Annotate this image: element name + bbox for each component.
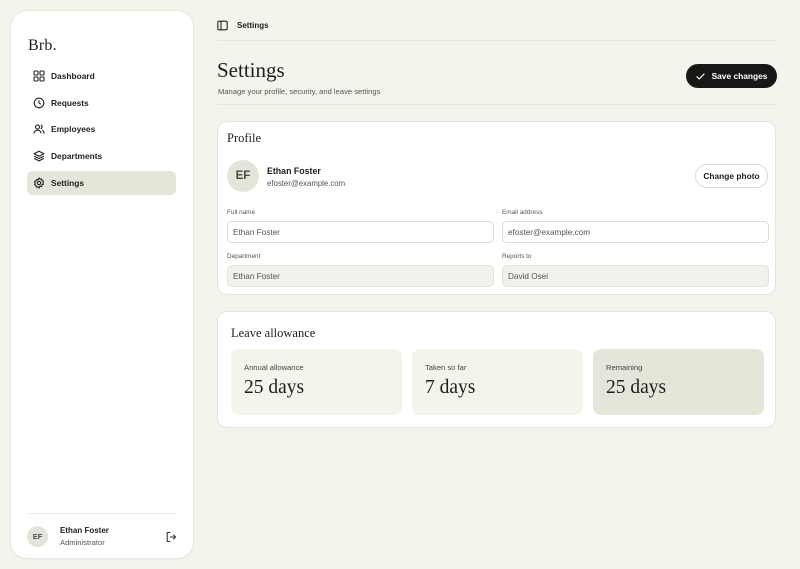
sidebar-item-requests[interactable]: Requests xyxy=(27,91,176,115)
sidebar-item-dashboard[interactable]: Dashboard xyxy=(27,64,176,88)
leave-allowance-card: Leave allowance Annual allowance 25 days… xyxy=(217,311,776,428)
annual-allowance-stat: Annual allowance 25 days xyxy=(231,349,402,415)
reports-to-input: David Osei xyxy=(502,265,769,287)
check-icon xyxy=(695,72,705,80)
gear-icon xyxy=(33,177,45,189)
email-input[interactable]: efoster@example.com xyxy=(502,221,769,243)
topbar: Settings xyxy=(217,14,776,41)
profile-email: efoster@example.com xyxy=(267,179,346,188)
profile-card: Profile EF Ethan Foster efoster@example.… xyxy=(217,121,776,295)
logout-icon[interactable] xyxy=(165,531,177,543)
users-icon xyxy=(33,124,45,134)
full-name-label: Full name xyxy=(227,209,256,216)
layers-icon xyxy=(33,150,45,162)
profile-title: Profile xyxy=(227,131,262,145)
sidebar-item-label: Dashboard xyxy=(51,71,95,81)
clock-icon xyxy=(33,97,45,109)
sidebar-item-label: Employees xyxy=(51,124,96,135)
stat-value: 25 days xyxy=(244,377,305,398)
sidebar-item-label: Departments xyxy=(51,151,103,162)
sidebar-toggle-icon[interactable] xyxy=(217,20,228,31)
reports-to-label: Reports to xyxy=(502,253,532,260)
user-role: Administrator xyxy=(60,538,105,547)
stat-label: Remaining xyxy=(606,363,643,372)
profile-name: Ethan Foster xyxy=(267,166,321,176)
full-name-input[interactable]: Ethan Foster xyxy=(227,221,494,243)
stat-label: Annual allowance xyxy=(244,363,304,372)
email-label: Email address xyxy=(502,209,543,216)
remaining-stat: Remaining 25 days xyxy=(593,349,764,415)
taken-so-far-stat: Taken so far 7 days xyxy=(412,349,583,415)
sidebar-item-label: Settings xyxy=(51,177,85,188)
sidebar-nav: Dashboard Requests Employees Departments… xyxy=(27,64,176,197)
app-logo[interactable]: Brb. xyxy=(28,37,57,55)
sidebar-item-departments[interactable]: Departments xyxy=(27,144,176,168)
profile-avatar: EF xyxy=(227,160,259,192)
breadcrumb: Settings xyxy=(237,20,269,30)
stat-value: 7 days xyxy=(425,377,476,398)
header-divider xyxy=(217,104,776,105)
user-name: Ethan Foster xyxy=(60,526,109,535)
grid-icon xyxy=(33,70,45,82)
change-photo-button[interactable]: Change photo xyxy=(695,164,768,188)
sidebar-item-label: Requests xyxy=(51,97,89,108)
sidebar: Brb. Dashboard Requests Employees Depart… xyxy=(11,11,193,558)
page-subtitle: Manage your profile, security, and leave… xyxy=(218,87,381,96)
avatar: EF xyxy=(27,526,48,547)
sidebar-item-employees[interactable]: Employees xyxy=(27,117,176,141)
save-changes-label: Save changes xyxy=(711,71,768,81)
sidebar-item-settings[interactable]: Settings xyxy=(27,170,176,195)
stat-label: Taken so far xyxy=(425,363,467,372)
department-input: Ethan Foster xyxy=(227,265,494,287)
save-changes-button[interactable]: Save changes xyxy=(686,64,777,88)
stat-value: 25 days xyxy=(606,377,667,398)
leave-allowance-title: Leave allowance xyxy=(231,326,316,340)
department-label: Department xyxy=(227,253,261,260)
sidebar-user: EF Ethan Foster Administrator xyxy=(27,513,177,553)
page-title: Settings xyxy=(217,58,285,82)
